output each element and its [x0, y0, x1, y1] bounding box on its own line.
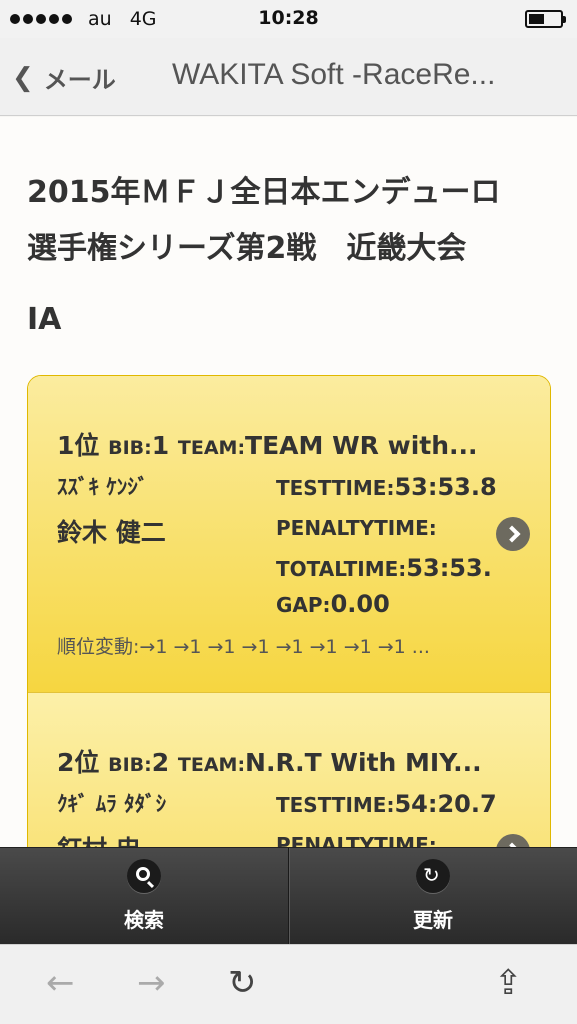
totaltime-label: TOTALTIME:	[276, 557, 407, 581]
gap-label: GAP:	[276, 593, 331, 617]
result-position: 2位	[57, 748, 100, 777]
rider-name: 鈴木 健二	[57, 518, 166, 547]
penalty-label: PENALTYTIME:	[276, 833, 437, 847]
rank-change: 順位変動:→1 →1 →1 →1 →1 →1 →1 →1 ...	[57, 636, 430, 658]
totaltime-value: 53:53.	[406, 554, 492, 582]
testtime-value: 53:53.8	[394, 473, 496, 501]
result-row[interactable]: 1位 BIB:1 TEAM:TEAM WR with... ｽｽﾞｷ ｹﾝｼﾞ …	[28, 376, 550, 693]
penalty-label: PENALTYTIME:	[276, 516, 437, 540]
class-heading: IA	[27, 302, 62, 337]
rider-name-kana: ｽｽﾞｷ ｹﾝｼﾞ	[57, 475, 149, 499]
page-title: WAKITA Soft -RaceRe...	[172, 58, 496, 91]
gap-value: 0.00	[330, 590, 390, 618]
status-bar: au 4G 10:28	[0, 0, 577, 38]
gap: GAP:0.00	[276, 590, 496, 618]
bib-number: 1	[151, 431, 170, 460]
bib-label: BIB:	[108, 437, 152, 459]
back-label: メール	[43, 66, 116, 94]
search-icon	[127, 859, 161, 893]
event-title-line1: 2015年ＭＦＪ全日本エンデューロ	[27, 175, 501, 210]
result-row[interactable]: 2位 BIB:2 TEAM:N.R.T With MIY... ｸｷﾞ ﾑﾗ ﾀ…	[28, 693, 550, 847]
refresh-icon: ↻	[416, 859, 450, 893]
battery-icon	[525, 10, 566, 28]
totaltime: TOTALTIME:53:53.	[276, 554, 496, 582]
search-button[interactable]: 検索	[0, 848, 288, 944]
testtime: TESTTIME:53:53.8	[276, 473, 496, 501]
app-toolbar: 検索 ↻ 更新	[0, 847, 577, 944]
result-header: 1位 BIB:1 TEAM:TEAM WR with...	[57, 426, 497, 462]
event-title: 2015年ＭＦＪ全日本エンデューロ 選手権シリーズ第2戦 近畿大会	[27, 165, 557, 277]
rider-name: 釘村 忠	[57, 830, 141, 847]
refresh-label: 更新	[413, 908, 453, 932]
chevron-right-icon[interactable]	[496, 834, 530, 847]
nav-bar: ❮ メール WAKITA Soft -RaceRe...	[0, 38, 577, 116]
bib-number: 2	[151, 748, 170, 777]
back-button[interactable]: ❮ メール	[12, 60, 116, 95]
share-icon[interactable]: ⇪	[494, 963, 523, 1003]
arrow-right-icon[interactable]: →	[137, 963, 166, 1003]
bib-label: BIB:	[108, 754, 152, 776]
event-title-line2: 選手権シリーズ第2戦 近畿大会	[27, 231, 467, 266]
team-name: TEAM WR with...	[245, 431, 478, 460]
reload-icon[interactable]: ↻	[228, 963, 257, 1003]
team-label: TEAM:	[177, 437, 246, 459]
chevron-left-icon: ❮	[12, 62, 34, 93]
search-label: 検索	[124, 908, 164, 932]
arrow-left-icon[interactable]: ←	[46, 963, 75, 1003]
refresh-button[interactable]: ↻ 更新	[288, 848, 577, 944]
browser-toolbar: ← → ↻ ⇪	[0, 944, 577, 1024]
status-time: 10:28	[258, 7, 319, 29]
testtime-label: TESTTIME:	[276, 476, 395, 500]
testtime-label: TESTTIME:	[276, 793, 395, 817]
result-header: 2位 BIB:2 TEAM:N.R.T With MIY...	[57, 743, 497, 779]
chevron-right-icon[interactable]	[496, 517, 530, 551]
testtime-value: 54:20.7	[394, 790, 496, 818]
testtime: TESTTIME:54:20.7	[276, 790, 496, 818]
penaltytime: PENALTYTIME:	[276, 513, 496, 541]
penaltytime: PENALTYTIME:	[276, 830, 496, 847]
results-list: 1位 BIB:1 TEAM:TEAM WR with... ｽｽﾞｷ ｹﾝｼﾞ …	[27, 375, 551, 847]
page-content: 2015年ＭＦＪ全日本エンデューロ 選手権シリーズ第2戦 近畿大会 IA 1位 …	[0, 117, 577, 847]
team-label: TEAM:	[177, 754, 246, 776]
result-position: 1位	[57, 431, 100, 460]
rider-name-kana: ｸｷﾞ ﾑﾗ ﾀﾀﾞｼ	[57, 792, 167, 816]
team-name: N.R.T With MIY...	[245, 748, 482, 777]
